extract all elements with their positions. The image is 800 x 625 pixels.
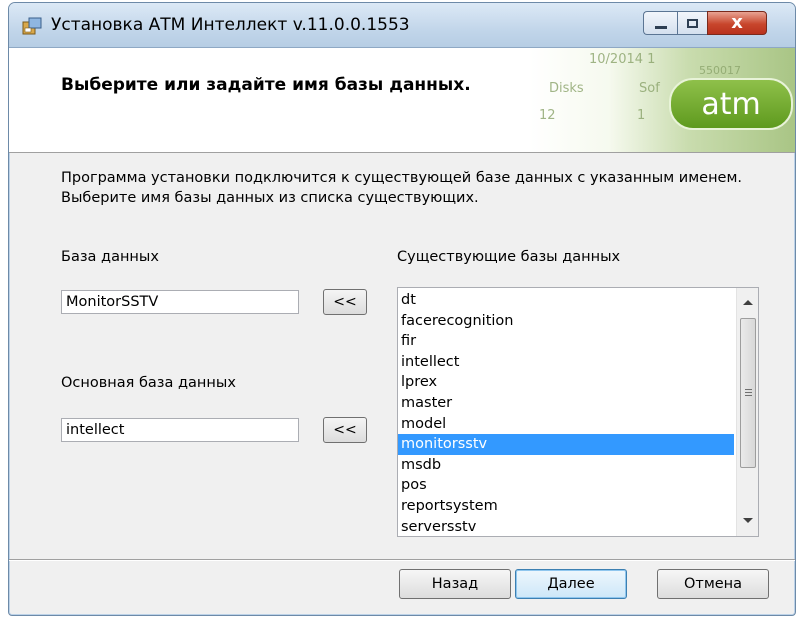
header-banner: 10/2014 1 550017 Disks Sof 12 1 atm xyxy=(529,48,795,152)
list-scrollbar[interactable] xyxy=(736,288,758,536)
grip-line xyxy=(745,395,752,396)
list-item[interactable]: facerecognition xyxy=(398,311,734,332)
banner-fragment: 550017 xyxy=(699,64,741,77)
close-button[interactable]: x xyxy=(707,11,767,35)
list-item[interactable]: dt xyxy=(398,290,734,311)
banner-fragment: 1 xyxy=(637,108,646,123)
list-item[interactable]: fir xyxy=(398,331,734,352)
description-line: Выберите имя базы данных из списка сущес… xyxy=(61,190,479,206)
list-item[interactable]: pos xyxy=(398,475,734,496)
banner-fragment: 10/2014 1 xyxy=(589,52,656,67)
list-item[interactable]: msdb xyxy=(398,455,734,476)
scroll-thumb[interactable] xyxy=(740,318,756,468)
existing-databases-list[interactable]: dt facerecognition fir intellect lprex master… xyxy=(397,287,759,537)
close-icon: x xyxy=(731,12,743,33)
back-button[interactable]: Назад xyxy=(399,569,511,599)
list-item[interactable]: lprex xyxy=(398,372,734,393)
list-item[interactable]: master xyxy=(398,393,734,414)
installer-window: Установка АТМ Интеллект v.11.0.0.1553 x … xyxy=(8,2,796,616)
list-items: dt facerecognition fir intellect lprex master… xyxy=(398,290,734,536)
copy-main-database-button[interactable]: << xyxy=(323,417,367,443)
grip-line xyxy=(745,389,752,390)
scroll-up-icon[interactable] xyxy=(743,300,753,305)
banner-fragment: Sof xyxy=(639,81,660,96)
banner-fragment: 12 xyxy=(539,108,556,123)
description-line: Программа установки подключится к сущест… xyxy=(61,170,743,186)
minimize-button[interactable] xyxy=(643,11,677,35)
list-item[interactable]: model xyxy=(398,414,734,435)
banner-fragment: Disks xyxy=(549,81,584,96)
database-input[interactable] xyxy=(61,290,299,314)
list-item[interactable]: monitorsstv xyxy=(398,434,734,455)
title-bar[interactable]: Установка АТМ Интеллект v.11.0.0.1553 x xyxy=(9,3,795,48)
list-item[interactable]: intellect xyxy=(398,352,734,373)
main-database-input[interactable] xyxy=(61,418,299,442)
description: Программа установки подключится к сущест… xyxy=(61,168,781,208)
page-title: Выберите или задайте имя базы данных. xyxy=(61,75,471,95)
cancel-button[interactable]: Отмена xyxy=(657,569,769,599)
main-database-label: Основная база данных xyxy=(61,375,236,391)
scroll-down-icon[interactable] xyxy=(743,518,753,523)
window-title: Установка АТМ Интеллект v.11.0.0.1553 xyxy=(51,15,410,35)
grip-line xyxy=(745,392,752,393)
maximize-button[interactable] xyxy=(677,11,707,35)
minimize-icon xyxy=(654,25,667,29)
maximize-icon xyxy=(687,18,698,28)
existing-databases-label: Существующие базы данных xyxy=(397,249,621,265)
next-button[interactable]: Далее xyxy=(515,569,627,599)
dialog-header: Выберите или задайте имя базы данных. 10… xyxy=(9,48,795,153)
copy-database-button[interactable]: << xyxy=(323,289,367,315)
list-item[interactable]: serversstv xyxy=(398,517,734,536)
atm-logo: atm xyxy=(669,78,793,130)
footer-divider xyxy=(9,559,795,561)
list-item[interactable]: reportsystem xyxy=(398,496,734,517)
installer-icon xyxy=(22,17,42,35)
database-label: База данных xyxy=(61,249,159,265)
